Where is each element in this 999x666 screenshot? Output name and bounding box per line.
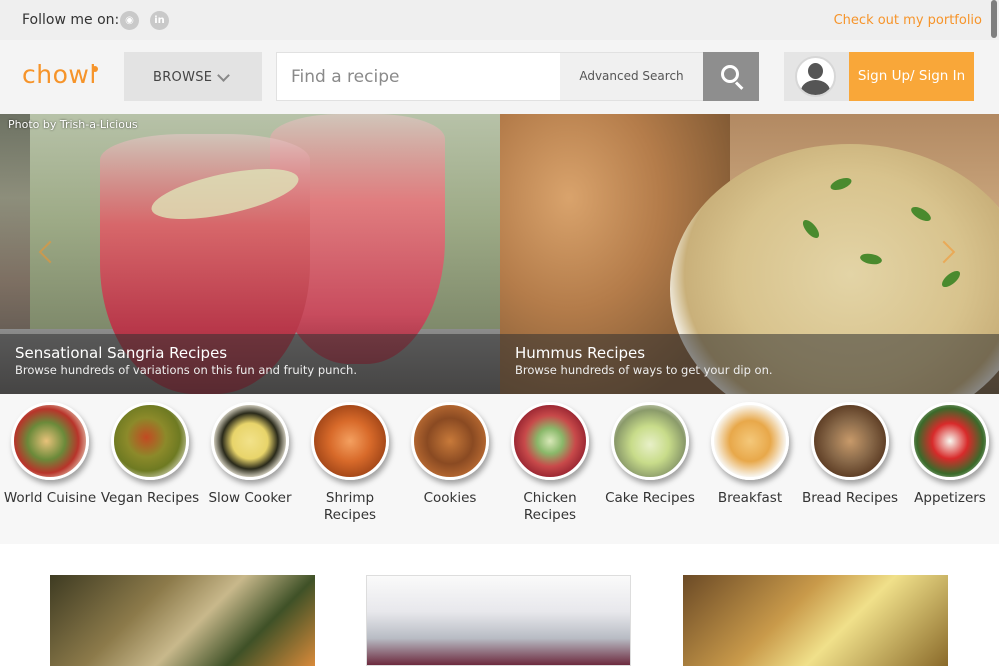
slide-subtitle: Browse hundreds of variations on this fu… [15,363,357,377]
recipe-card-image[interactable] [50,575,315,666]
category-thumbnail [211,402,289,480]
recipe-card-row [0,544,999,666]
category-label: Cake Recipes [605,490,695,506]
browse-label: BROWSE [153,70,213,85]
category-label: World Cuisine [3,490,97,506]
logo-drop-icon [92,66,98,72]
category-label: Bread Recipes [801,490,899,506]
chowl-logo[interactable]: chowl [22,60,97,89]
search-input[interactable] [276,52,560,101]
category-thumbnail [311,402,389,480]
category-thumbnail [911,402,989,480]
category-thumbnail [811,402,889,480]
category-label: Slow Cooker [208,490,292,506]
search-button[interactable] [703,52,759,101]
photo-credit: Photo by Trish-a-Licious [8,118,138,131]
category-label: Shrimp Recipes [323,490,377,523]
category-label: Breakfast [717,490,783,506]
search-icon-handle [734,81,744,90]
category-shrimp[interactable]: Shrimp Recipes [300,402,400,524]
category-bread[interactable]: Bread Recipes [800,402,900,507]
linkedin-icon[interactable]: in [150,11,169,30]
slide-title: Sensational Sangria Recipes [15,344,228,362]
category-strip: World Cuisine Vegan Recipes Slow Cooker … [0,394,999,544]
github-icon[interactable]: ◉ [120,11,139,30]
category-label: Vegan Recipes [100,490,200,506]
recipe-card-image[interactable] [683,575,948,666]
slide-subtitle: Browse hundreds of ways to get your dip … [515,363,773,377]
category-label: Chicken Recipes [523,490,577,523]
category-slow-cooker[interactable]: Slow Cooker [200,402,300,507]
site-header: chowl BROWSE Advanced Search Sign Up/ Si… [0,40,999,114]
category-thumbnail [611,402,689,480]
category-chicken[interactable]: Chicken Recipes [500,402,600,524]
category-world-cuisine[interactable]: World Cuisine [0,402,100,507]
signup-signin-button[interactable]: Sign Up/ Sign In [849,52,974,101]
avatar[interactable] [784,52,849,101]
category-thumbnail [11,402,89,480]
category-vegan[interactable]: Vegan Recipes [100,402,200,507]
recipe-card-image[interactable] [366,575,631,666]
category-label: Appetizers [914,490,986,506]
slide-caption[interactable]: Hummus Recipes Browse hundreds of ways t… [500,334,999,394]
hero-slider: Photo by Trish-a-Licious Sensational San… [0,114,999,394]
category-cookies[interactable]: Cookies [400,402,500,507]
scrollbar-thumb[interactable] [991,0,997,38]
category-thumbnail [711,402,789,480]
user-icon [795,56,836,97]
category-cake[interactable]: Cake Recipes [600,402,700,507]
browse-dropdown[interactable]: BROWSE [124,52,262,101]
slide-title: Hummus Recipes [515,344,646,362]
portfolio-link[interactable]: Check out my portfolio [834,13,982,28]
category-thumbnail [411,402,489,480]
category-thumbnail [511,402,589,480]
follow-bar: Follow me on: ◉ in Check out my portfoli… [0,0,999,40]
category-thumbnail [111,402,189,480]
chevron-down-icon [217,69,230,82]
advanced-search-button[interactable]: Advanced Search [560,52,703,101]
category-breakfast[interactable]: Breakfast [700,402,800,507]
follow-label: Follow me on: [22,12,120,28]
category-appetizers[interactable]: Appetizers [900,402,999,507]
slide-caption[interactable]: Sensational Sangria Recipes Browse hundr… [0,334,500,394]
category-label: Cookies [423,490,477,506]
